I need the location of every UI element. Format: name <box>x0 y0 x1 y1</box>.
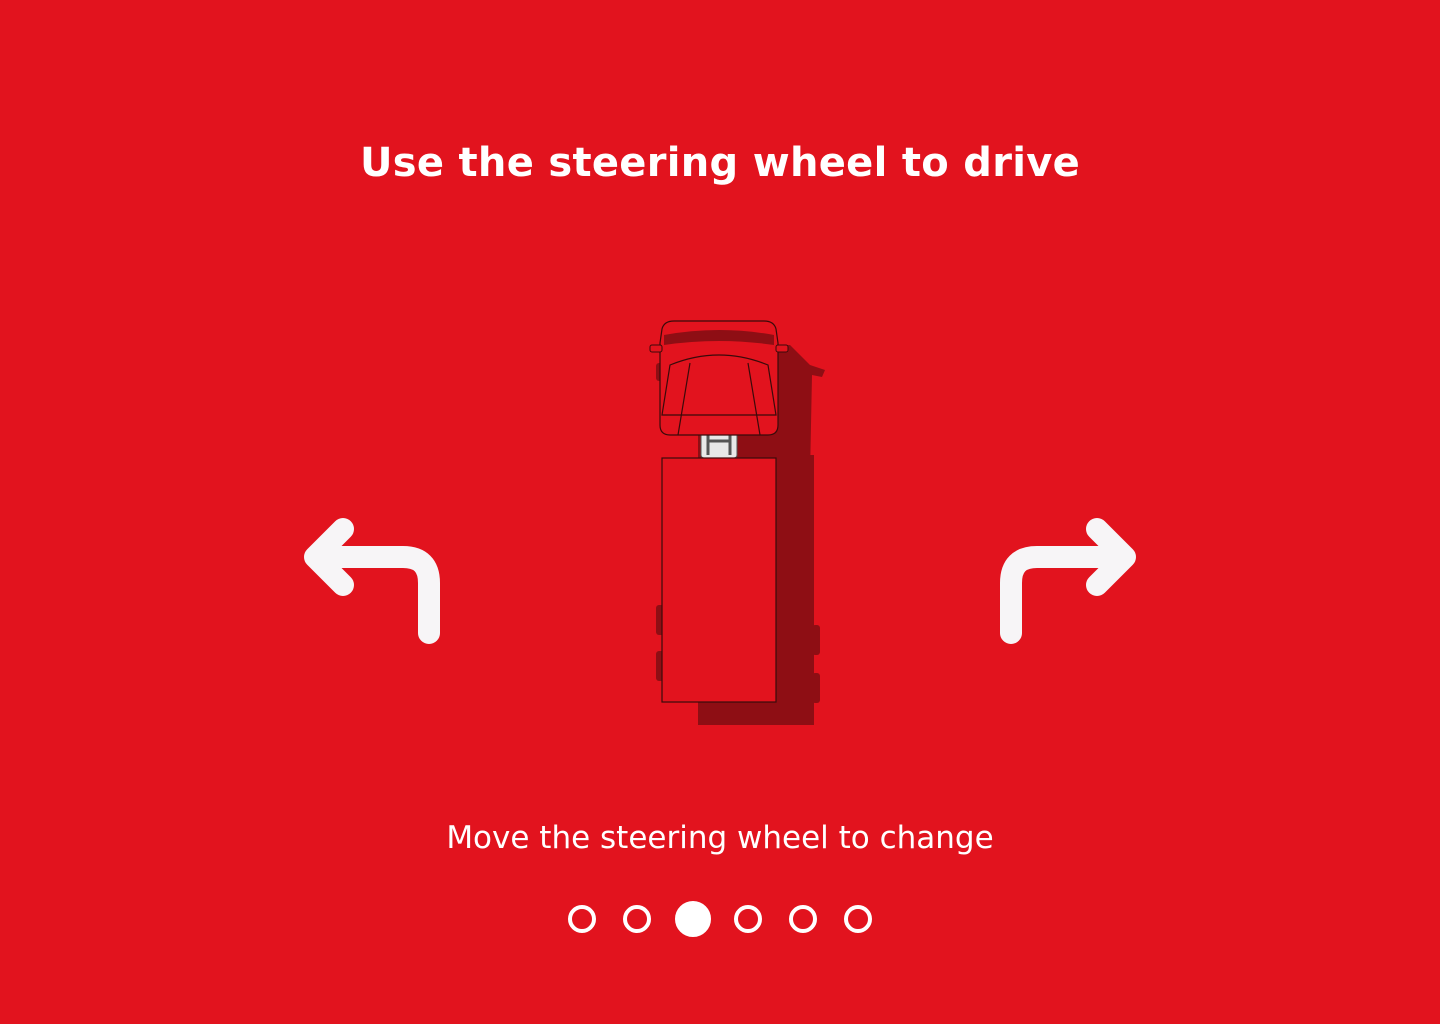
pagination-dot[interactable] <box>674 901 711 937</box>
instruction-hint: Move the steering wheel to change <box>446 820 994 856</box>
pagination-dot[interactable] <box>844 905 872 933</box>
pagination-dots <box>0 899 1440 939</box>
truck-top-view-icon <box>649 320 825 725</box>
pagination-dot[interactable] <box>734 905 762 933</box>
turn-right-arrow-icon <box>1000 518 1136 644</box>
turn-left-arrow-icon <box>304 518 440 644</box>
pagination-dot[interactable] <box>568 905 596 933</box>
pagination-dot[interactable] <box>789 905 817 933</box>
pagination-dot[interactable] <box>623 905 651 933</box>
onboarding-screen: Use the steering wheel to drive Move the… <box>0 0 1440 1024</box>
page-title: Use the steering wheel to drive <box>359 140 1081 186</box>
